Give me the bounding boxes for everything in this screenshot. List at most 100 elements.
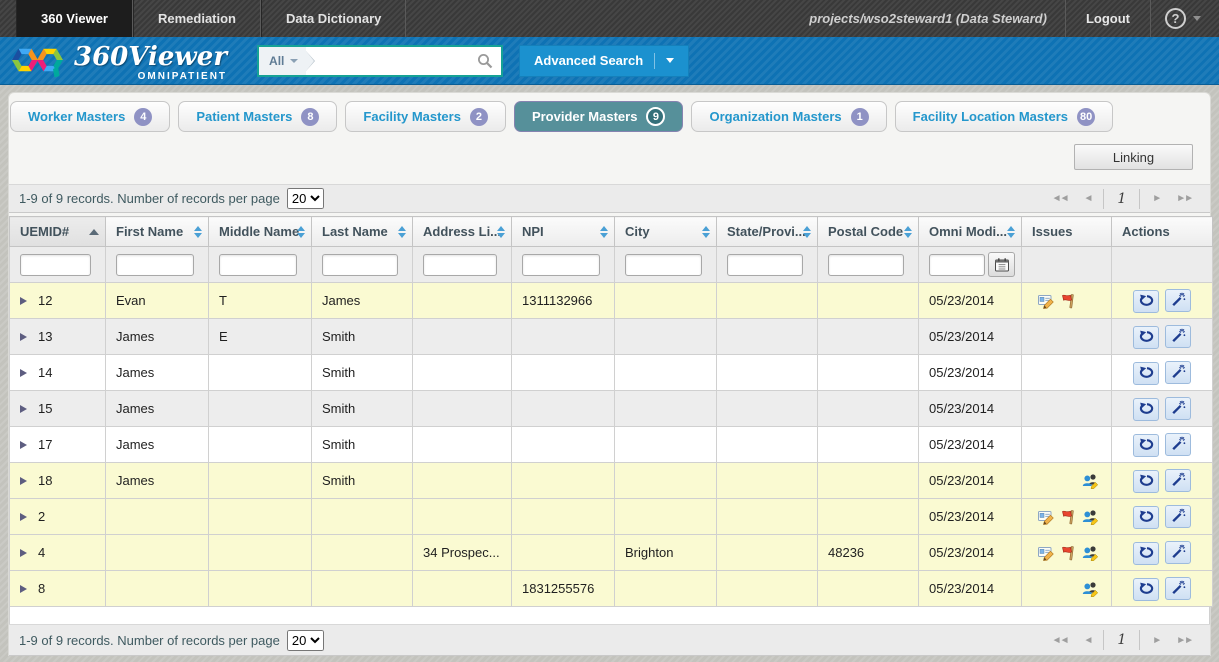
calendar-button[interactable] xyxy=(988,252,1015,277)
sort-icon[interactable] xyxy=(398,226,406,238)
tab-provider-masters[interactable]: Provider Masters9 xyxy=(514,101,684,132)
filter-input-modified[interactable] xyxy=(929,254,985,276)
undo-button[interactable] xyxy=(1133,578,1159,601)
issue-slot xyxy=(1057,545,1079,561)
column-header-uemid[interactable]: UEMID# xyxy=(10,217,106,247)
cell-postal xyxy=(818,571,919,607)
undo-button[interactable] xyxy=(1133,506,1159,529)
sort-icon[interactable] xyxy=(297,226,305,238)
search-input[interactable] xyxy=(306,47,476,75)
cell-first_name: James xyxy=(106,463,209,499)
page-size-select[interactable]: 20 xyxy=(287,188,324,209)
magic-wand-button[interactable] xyxy=(1165,469,1191,492)
magic-wand-button[interactable] xyxy=(1165,577,1191,600)
nav-item-360-viewer[interactable]: 360 Viewer xyxy=(16,0,133,37)
search-submit[interactable] xyxy=(476,47,501,75)
prev-page-button[interactable]: ◄ xyxy=(1075,193,1099,204)
cell-npi xyxy=(512,391,615,427)
filter-cell-address xyxy=(413,247,512,283)
sort-icon[interactable] xyxy=(803,226,811,238)
undo-button[interactable] xyxy=(1133,326,1159,349)
sort-icon[interactable] xyxy=(702,226,710,238)
expand-row-icon[interactable] xyxy=(20,585,27,593)
undo-icon xyxy=(1138,294,1154,308)
chevron-down-icon xyxy=(290,59,298,63)
first-page-button[interactable]: ◄◄ xyxy=(1044,193,1076,204)
filter-input-postal[interactable] xyxy=(828,254,904,276)
magic-wand-button[interactable] xyxy=(1165,361,1191,384)
expand-row-icon[interactable] xyxy=(20,369,27,377)
column-header-city[interactable]: City xyxy=(615,217,717,247)
undo-button[interactable] xyxy=(1133,434,1159,457)
sort-icon[interactable] xyxy=(904,226,912,238)
tab-facility-location-masters[interactable]: Facility Location Masters80 xyxy=(895,101,1114,132)
help-menu-button[interactable]: ? xyxy=(1151,0,1219,37)
next-page-button[interactable]: ► xyxy=(1144,635,1168,646)
cell-state xyxy=(717,319,818,355)
column-header-middle_name[interactable]: Middle Name xyxy=(209,217,312,247)
cell-issues xyxy=(1022,571,1112,607)
column-header-state[interactable]: State/Provi... xyxy=(717,217,818,247)
column-header-modified[interactable]: Omni Modi... xyxy=(919,217,1022,247)
tab-patient-masters[interactable]: Patient Masters8 xyxy=(178,101,337,132)
last-page-button[interactable]: ►► xyxy=(1168,193,1200,204)
filter-input-middle_name[interactable] xyxy=(219,254,297,276)
filter-input-address[interactable] xyxy=(423,254,497,276)
expand-row-icon[interactable] xyxy=(20,333,27,341)
filter-input-city[interactable] xyxy=(625,254,702,276)
next-page-button[interactable]: ► xyxy=(1144,193,1168,204)
undo-button[interactable] xyxy=(1133,542,1159,565)
filter-input-last_name[interactable] xyxy=(322,254,398,276)
undo-button[interactable] xyxy=(1133,398,1159,421)
filter-input-npi[interactable] xyxy=(522,254,600,276)
filter-input-first_name[interactable] xyxy=(116,254,194,276)
tab-facility-masters[interactable]: Facility Masters2 xyxy=(345,101,506,132)
linking-button[interactable]: Linking xyxy=(1074,144,1193,170)
column-header-first_name[interactable]: First Name xyxy=(106,217,209,247)
current-page-number[interactable]: 1 xyxy=(1103,630,1140,650)
expand-row-icon[interactable] xyxy=(20,405,27,413)
page-size-select[interactable]: 20 xyxy=(287,630,324,651)
filter-cell-npi xyxy=(512,247,615,283)
filter-input-state[interactable] xyxy=(727,254,803,276)
undo-button[interactable] xyxy=(1133,470,1159,493)
last-page-button[interactable]: ►► xyxy=(1168,635,1200,646)
sort-icon[interactable] xyxy=(194,226,202,238)
logout-button[interactable]: Logout xyxy=(1066,0,1150,37)
nav-item-data-dictionary[interactable]: Data Dictionary xyxy=(261,0,406,37)
current-page-number[interactable]: 1 xyxy=(1103,189,1140,209)
first-page-button[interactable]: ◄◄ xyxy=(1044,635,1076,646)
magic-wand-button[interactable] xyxy=(1165,505,1191,528)
sort-icon[interactable] xyxy=(600,226,608,238)
column-header-last_name[interactable]: Last Name xyxy=(312,217,413,247)
tab-organization-masters[interactable]: Organization Masters1 xyxy=(691,101,886,132)
magic-wand-button[interactable] xyxy=(1165,541,1191,564)
cell-state xyxy=(717,571,818,607)
cell-issues xyxy=(1022,427,1112,463)
undo-button[interactable] xyxy=(1133,362,1159,385)
filter-input-uemid[interactable] xyxy=(20,254,91,276)
undo-button[interactable] xyxy=(1133,290,1159,313)
nav-item-remediation[interactable]: Remediation xyxy=(133,0,261,37)
expand-row-icon[interactable] xyxy=(20,477,27,485)
expand-row-icon[interactable] xyxy=(20,441,27,449)
magic-wand-button[interactable] xyxy=(1165,433,1191,456)
column-header-address[interactable]: Address Li... xyxy=(413,217,512,247)
prev-page-button[interactable]: ◄ xyxy=(1075,635,1099,646)
expand-row-icon[interactable] xyxy=(20,549,27,557)
sort-icon[interactable] xyxy=(497,226,505,238)
cell-state xyxy=(717,355,818,391)
advanced-search-caret-icon[interactable] xyxy=(666,58,674,63)
advanced-search-button[interactable]: Advanced Search xyxy=(519,45,689,77)
magic-wand-button[interactable] xyxy=(1165,325,1191,348)
column-header-postal[interactable]: Postal Code xyxy=(818,217,919,247)
magic-wand-button[interactable] xyxy=(1165,289,1191,312)
expand-row-icon[interactable] xyxy=(20,513,27,521)
sort-asc-icon[interactable] xyxy=(89,229,99,235)
magic-wand-button[interactable] xyxy=(1165,397,1191,420)
sort-icon[interactable] xyxy=(1007,226,1015,238)
expand-row-icon[interactable] xyxy=(20,297,27,305)
search-scope-dropdown[interactable]: All xyxy=(259,47,306,75)
column-header-npi[interactable]: NPI xyxy=(512,217,615,247)
tab-worker-masters[interactable]: Worker Masters4 xyxy=(10,101,170,132)
